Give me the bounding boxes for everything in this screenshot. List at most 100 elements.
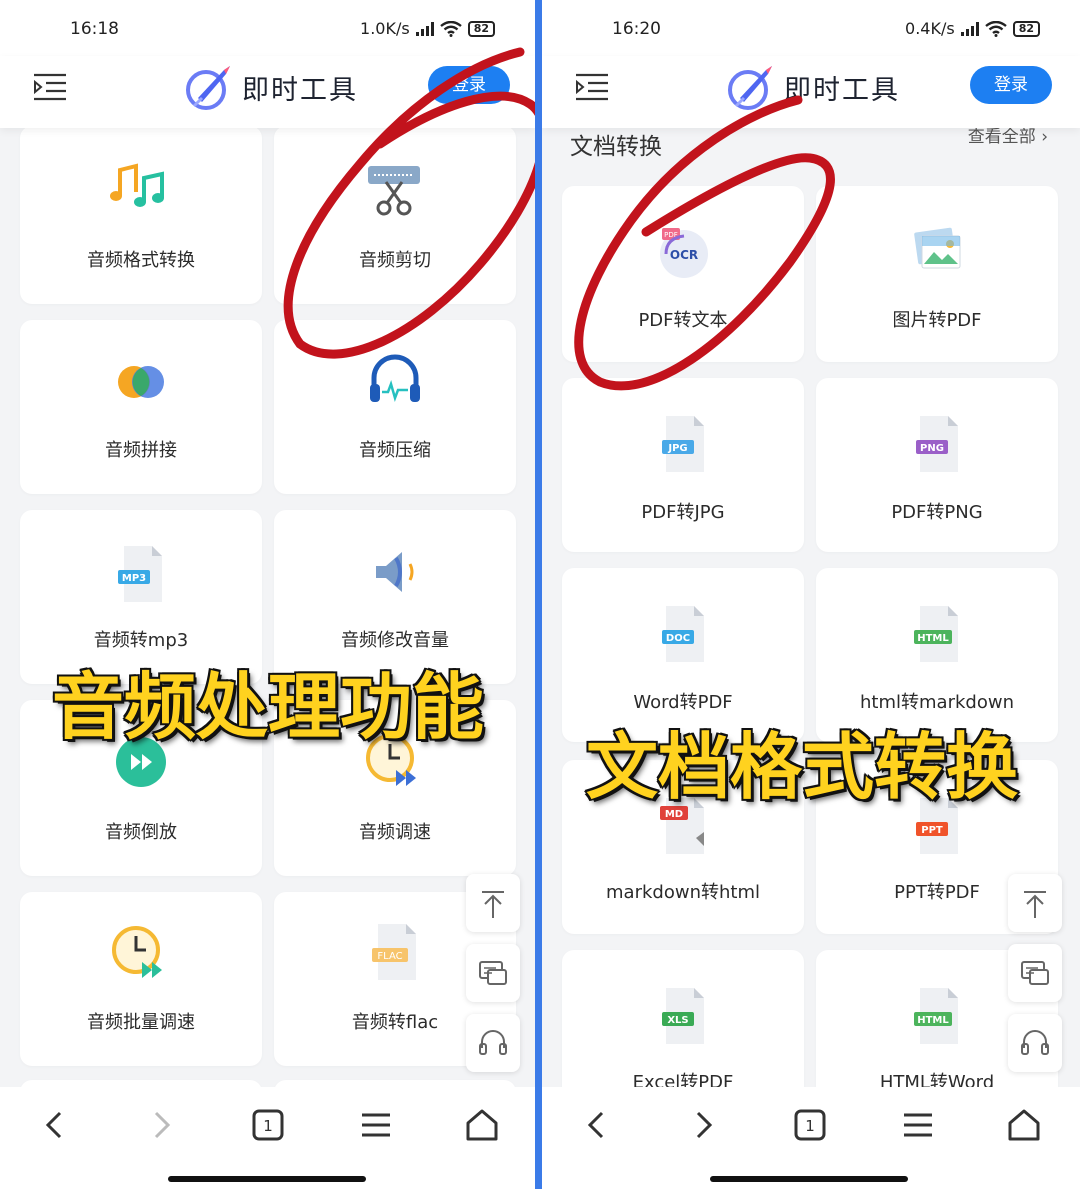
tool-card-pdf-to-text[interactable]: PDF OCR PDF转文本 — [562, 186, 804, 362]
png-file-icon: PNG — [916, 416, 958, 472]
status-indicators: 0.4K/s 82 — [905, 19, 1040, 38]
app-header: 即时工具 登录 — [0, 56, 535, 128]
file-badge: FLAC — [377, 951, 402, 962]
speaker-icon — [376, 552, 414, 592]
caption-overlay: 音频处理功能 — [50, 664, 485, 751]
scissors-waveform-icon — [368, 166, 420, 216]
status-bar: 16:18 1.0K/s 82 — [0, 0, 535, 56]
forward-icon[interactable] — [684, 1105, 724, 1145]
headset-icon — [1021, 1030, 1049, 1055]
home-indicator — [710, 1176, 908, 1182]
chat-icon — [479, 961, 507, 985]
tabs-button[interactable]: 1 — [790, 1105, 830, 1145]
doc-file-icon: DOC — [662, 606, 704, 662]
battery-indicator: 82 — [1012, 20, 1040, 37]
tool-card-audio-compress[interactable]: 音频压缩 — [274, 320, 516, 494]
tool-card-audio-batch-speed[interactable]: 音频批量调速 — [20, 892, 262, 1066]
scroll-top-button[interactable] — [466, 874, 520, 932]
tool-label: 音频格式转换 — [87, 250, 195, 271]
tool-label: 音频批量调速 — [87, 1012, 195, 1033]
tool-card-audio-format[interactable]: 音频格式转换 — [20, 126, 262, 304]
login-button[interactable]: 登录 — [428, 66, 510, 104]
ocr-badge: OCR — [670, 248, 698, 262]
images-icon — [914, 227, 961, 269]
system-nav-bar: 1 — [0, 1087, 535, 1189]
caption-overlay: 文档格式转换 — [584, 724, 1019, 811]
chevron-right-icon: › — [1041, 127, 1048, 147]
tool-card-pdf-to-png[interactable]: PNG PDF转PNG — [816, 378, 1058, 552]
tool-card-audio-cut[interactable]: 音频剪切 — [274, 126, 516, 304]
network-speed: 0.4K/s — [905, 19, 955, 38]
tool-label: PDF转JPG — [641, 502, 725, 523]
wifi-icon — [439, 20, 462, 37]
browser-menu-icon[interactable] — [356, 1105, 396, 1145]
tool-label: 音频倒放 — [105, 822, 177, 843]
support-button[interactable] — [1008, 1014, 1062, 1072]
tool-card-excel-to-pdf[interactable]: XLS Excel转PDF — [562, 950, 804, 1110]
chat-icon — [1021, 961, 1049, 985]
tab-count: 1 — [805, 1117, 815, 1135]
headset-icon — [479, 1030, 507, 1055]
home-icon[interactable] — [462, 1105, 502, 1145]
support-button[interactable] — [466, 1014, 520, 1072]
file-badge: DOC — [666, 633, 690, 644]
forward-icon[interactable] — [142, 1105, 182, 1145]
file-badge: MP3 — [122, 573, 146, 584]
login-button[interactable]: 登录 — [970, 66, 1052, 104]
tool-label: 音频拼接 — [105, 440, 177, 461]
tool-label: 图片转PDF — [892, 310, 982, 331]
menu-icon[interactable] — [32, 72, 68, 102]
file-badge: PPT — [921, 825, 943, 836]
music-notes-icon — [110, 163, 164, 207]
home-indicator — [168, 1176, 366, 1182]
tab-count: 1 — [263, 1117, 273, 1135]
menu-icon[interactable] — [574, 72, 610, 102]
mp3-file-icon: MP3 — [118, 546, 162, 602]
rocket-logo-icon — [186, 66, 230, 110]
clock-fast-forward-icon — [112, 926, 162, 978]
app-title: 即时工具 — [784, 75, 900, 106]
status-time: 16:20 — [612, 19, 661, 39]
signal-icon — [415, 21, 434, 36]
app-header: 即时工具 登录 — [542, 56, 1080, 128]
rocket-logo-icon — [728, 66, 772, 110]
file-badge: PNG — [920, 443, 944, 454]
tool-label: 音频压缩 — [359, 440, 431, 461]
arrow-up-icon — [482, 891, 504, 918]
html-file-icon: HTML — [914, 988, 958, 1044]
ocr-icon: PDFOCR — [660, 228, 708, 278]
html-file-icon: HTML — [914, 606, 958, 662]
tool-label: 音频剪切 — [359, 250, 431, 271]
jpg-file-icon: JPG — [662, 416, 704, 472]
see-all-label: 查看全部 — [967, 127, 1036, 147]
tool-label: markdown转html — [606, 882, 760, 903]
system-nav-bar: 1 — [542, 1087, 1080, 1189]
browser-menu-icon[interactable] — [898, 1105, 938, 1145]
tabs-icon: 1 — [252, 1109, 284, 1141]
home-icon[interactable] — [1004, 1105, 1044, 1145]
back-icon[interactable] — [34, 1105, 74, 1145]
status-indicators: 1.0K/s 82 — [360, 19, 495, 38]
xls-file-icon: XLS — [662, 988, 704, 1044]
arrow-up-icon — [1024, 891, 1046, 918]
flac-file-icon: FLAC — [372, 924, 416, 980]
status-time: 16:18 — [70, 19, 119, 39]
back-icon[interactable] — [576, 1105, 616, 1145]
tool-label: PDF转PNG — [891, 502, 983, 523]
tool-card-audio-join[interactable]: 音频拼接 — [20, 320, 262, 494]
signal-icon — [960, 21, 979, 36]
tabs-icon: 1 — [794, 1109, 826, 1141]
tool-card-pdf-to-jpg[interactable]: JPG PDF转JPG — [562, 378, 804, 552]
tool-label: 音频调速 — [359, 822, 431, 843]
right-screenshot: 16:20 0.4K/s 82 即时工具 登录 文档转换 查看全部 › PDF O… — [542, 0, 1080, 1189]
tabs-button[interactable]: 1 — [248, 1105, 288, 1145]
feedback-button[interactable] — [1008, 944, 1062, 1002]
scroll-top-button[interactable] — [1008, 874, 1062, 932]
tool-card-image-to-pdf[interactable]: 图片转PDF — [816, 186, 1058, 362]
section-title: 文档转换 — [570, 134, 662, 160]
tool-label: PDF转文本 — [638, 310, 728, 331]
left-screenshot: 16:18 1.0K/s 82 即时工具 登录 音频格式转换 音频剪切 音频拼接… — [0, 0, 535, 1189]
battery-indicator: 82 — [467, 20, 495, 37]
feedback-button[interactable] — [466, 944, 520, 1002]
file-badge: HTML — [917, 1015, 949, 1026]
